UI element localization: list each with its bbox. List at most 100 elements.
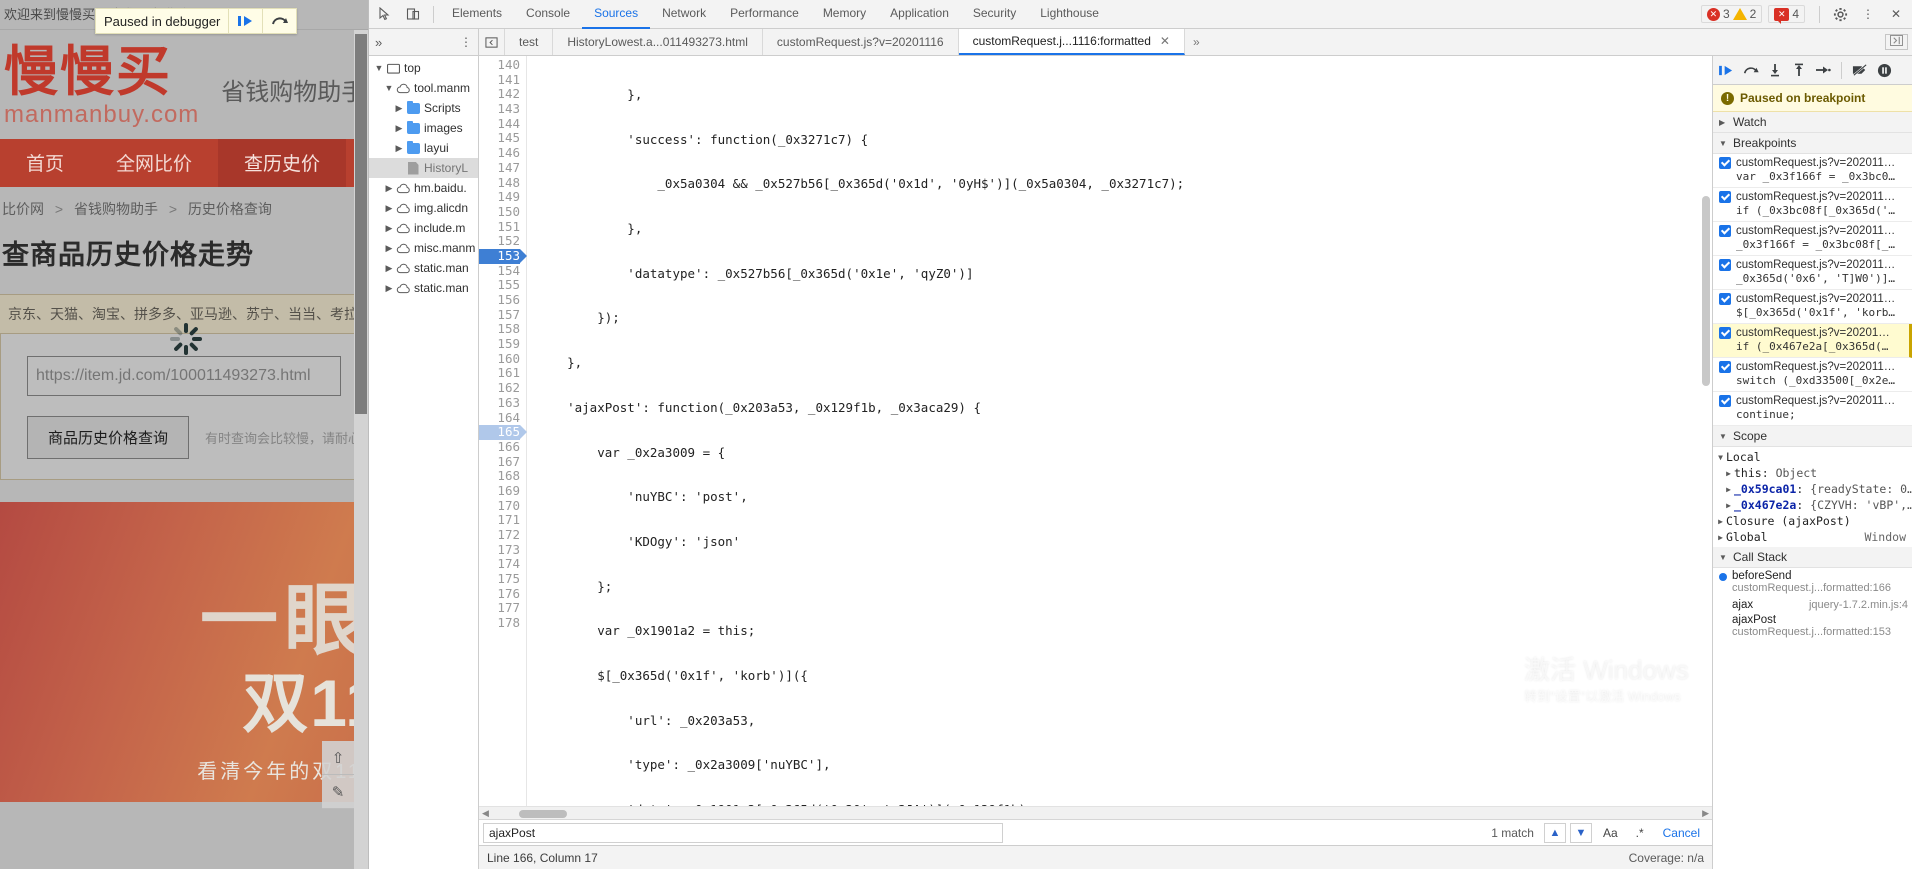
- scroll-left-icon[interactable]: ◀: [482, 808, 489, 819]
- breakpoint-item[interactable]: customRequest.js?v=202011… continue;: [1713, 392, 1912, 426]
- step-over-icon[interactable]: [262, 8, 296, 34]
- editor-horizontal-scrollbar-thumb[interactable]: [519, 810, 567, 818]
- resume-script-icon[interactable]: [1715, 57, 1738, 84]
- tab-network[interactable]: Network: [650, 0, 718, 29]
- breakpoint-item[interactable]: customRequest.js?v=202011… if (_0x3bc08f…: [1713, 188, 1912, 222]
- line-number[interactable]: 157: [479, 308, 520, 323]
- line-number[interactable]: 177: [479, 601, 520, 616]
- tree-row[interactable]: ▶ static.man: [369, 258, 478, 278]
- tab-performance[interactable]: Performance: [718, 0, 811, 29]
- query-history-button[interactable]: 商品历史价格查询: [27, 416, 189, 459]
- line-number[interactable]: 178: [479, 616, 520, 631]
- line-number[interactable]: 172: [479, 528, 520, 543]
- tree-row[interactable]: ▼ tool.manm: [369, 78, 478, 98]
- tree-row[interactable]: ▶ img.alicdn: [369, 198, 478, 218]
- device-toolbar-icon[interactable]: [399, 1, 427, 28]
- chevron-right-icon[interactable]: ▶: [383, 283, 395, 294]
- chevron-right-icon[interactable]: ▶: [1715, 533, 1726, 542]
- chevron-right-icon[interactable]: ▶: [393, 143, 405, 154]
- nav-item-history[interactable]: 查历史价: [218, 139, 346, 187]
- scope-row[interactable]: ▶ Global Window: [1713, 529, 1912, 545]
- scope-row[interactable]: ▼ Local: [1713, 449, 1912, 465]
- line-number[interactable]: 146: [479, 146, 520, 161]
- page-scrollbar-thumb[interactable]: [355, 34, 367, 414]
- line-number[interactable]: 161: [479, 366, 520, 381]
- line-number[interactable]: 174: [479, 557, 520, 572]
- file-tab-test[interactable]: test: [505, 29, 553, 55]
- line-number[interactable]: 176: [479, 587, 520, 602]
- tree-row[interactable]: ▶ include.m: [369, 218, 478, 238]
- line-number[interactable]: 154: [479, 264, 520, 279]
- line-number[interactable]: 164: [479, 411, 520, 426]
- watch-section-header[interactable]: ▶ Watch: [1713, 112, 1912, 133]
- line-number[interactable]: 143: [479, 102, 520, 117]
- more-vertical-icon[interactable]: ⋮: [1854, 1, 1882, 28]
- breakpoint-item[interactable]: customRequest.js?v=202011… switch (_0xd3…: [1713, 358, 1912, 392]
- tree-row[interactable]: ▶ misc.manm: [369, 238, 478, 258]
- promo-banner[interactable]: 一眼 双11 看清今年的双11: [0, 502, 368, 802]
- scope-row[interactable]: ▶ this: Object: [1713, 465, 1912, 481]
- dock-to-right-icon[interactable]: [1885, 34, 1908, 50]
- navigator-file-tree[interactable]: ▼ top ▼ tool.manm ▶ Scripts: [369, 56, 479, 869]
- show-navigator-icon[interactable]: [479, 29, 505, 55]
- scope-row[interactable]: ▶ _0x59ca01: {readyState: 0…: [1713, 481, 1912, 497]
- file-tab-customrequest-formatted[interactable]: customRequest.j...1116:formatted ✕: [959, 29, 1185, 55]
- chevron-right-icon[interactable]: ▶: [1723, 501, 1734, 510]
- editor-vertical-scrollbar-thumb[interactable]: [1702, 196, 1710, 386]
- line-number[interactable]: 175: [479, 572, 520, 587]
- breakpoint-checkbox[interactable]: [1719, 361, 1731, 373]
- chevron-down-icon[interactable]: ▼: [1570, 823, 1592, 843]
- tree-row[interactable]: ▶ hm.baidu.: [369, 178, 478, 198]
- gear-icon[interactable]: [1826, 1, 1854, 28]
- step-icon[interactable]: [1811, 57, 1834, 84]
- line-number[interactable]: 148: [479, 176, 520, 191]
- line-number[interactable]: 147: [479, 161, 520, 176]
- line-number[interactable]: 162: [479, 381, 520, 396]
- tab-console[interactable]: Console: [514, 0, 582, 29]
- tab-application[interactable]: Application: [878, 0, 961, 29]
- line-number[interactable]: 171: [479, 513, 520, 528]
- line-number[interactable]: 145: [479, 131, 520, 146]
- match-case-toggle[interactable]: Aa: [1596, 823, 1625, 843]
- find-input[interactable]: [483, 823, 1003, 843]
- callstack-frame[interactable]: ajax jquery-1.7.2.min.js:4: [1713, 597, 1912, 614]
- breakpoint-item[interactable]: customRequest.js?v=202011… _0x3f166f = _…: [1713, 222, 1912, 256]
- chevron-double-right-icon[interactable]: »: [375, 35, 382, 50]
- tab-lighthouse[interactable]: Lighthouse: [1028, 0, 1111, 29]
- tree-row[interactable]: ▶ static.man: [369, 278, 478, 298]
- step-into-icon[interactable]: [1763, 57, 1786, 84]
- file-tab-historylowest[interactable]: HistoryLowest.a...011493273.html: [553, 29, 763, 55]
- chevron-right-icon[interactable]: ▶: [383, 183, 395, 194]
- line-number[interactable]: 166: [479, 440, 520, 455]
- chevron-down-icon[interactable]: ▼: [1719, 432, 1728, 441]
- chevron-down-icon[interactable]: ▼: [1715, 453, 1726, 462]
- step-over-icon[interactable]: [1739, 57, 1762, 84]
- scope-row[interactable]: ▶ Closure (ajaxPost): [1713, 513, 1912, 529]
- editor-source-text[interactable]: }, 'success': function(_0x3271c7) { _0x5…: [527, 56, 1712, 806]
- line-number[interactable]: 144: [479, 117, 520, 132]
- line-number[interactable]: 156: [479, 293, 520, 308]
- chevron-down-icon[interactable]: ▼: [383, 83, 395, 93]
- scope-section-header[interactable]: ▼ Scope: [1713, 426, 1912, 447]
- breakpoints-section-header[interactable]: ▼ Breakpoints: [1713, 133, 1912, 154]
- editor-vertical-scrollbar[interactable]: [1700, 56, 1712, 793]
- file-tab-customrequest[interactable]: customRequest.js?v=20201116: [763, 29, 959, 55]
- chevron-right-icon[interactable]: ▶: [383, 223, 395, 234]
- line-number-breakpoint[interactable]: 153: [479, 249, 520, 264]
- issues-counters[interactable]: ✕ 3 2: [1701, 5, 1762, 23]
- breakpoint-checkbox[interactable]: [1719, 395, 1731, 407]
- line-number[interactable]: 142: [479, 87, 520, 102]
- editor-horizontal-scrollbar[interactable]: ◀ ▶: [479, 806, 1712, 819]
- chevron-right-icon[interactable]: ▶: [383, 243, 395, 254]
- step-out-icon[interactable]: [1787, 57, 1810, 84]
- close-icon[interactable]: ✕: [1882, 1, 1910, 28]
- line-number[interactable]: 152: [479, 234, 520, 249]
- chevron-up-icon[interactable]: ▲: [1544, 823, 1566, 843]
- line-number[interactable]: 150: [479, 205, 520, 220]
- deactivate-breakpoints-icon[interactable]: [1849, 57, 1872, 84]
- tree-row[interactable]: ▶ images: [369, 118, 478, 138]
- line-number[interactable]: 159: [479, 337, 520, 352]
- line-number-execution[interactable]: 165: [479, 425, 520, 440]
- tab-memory[interactable]: Memory: [811, 0, 878, 29]
- tree-row[interactable]: ▼ top: [369, 58, 478, 78]
